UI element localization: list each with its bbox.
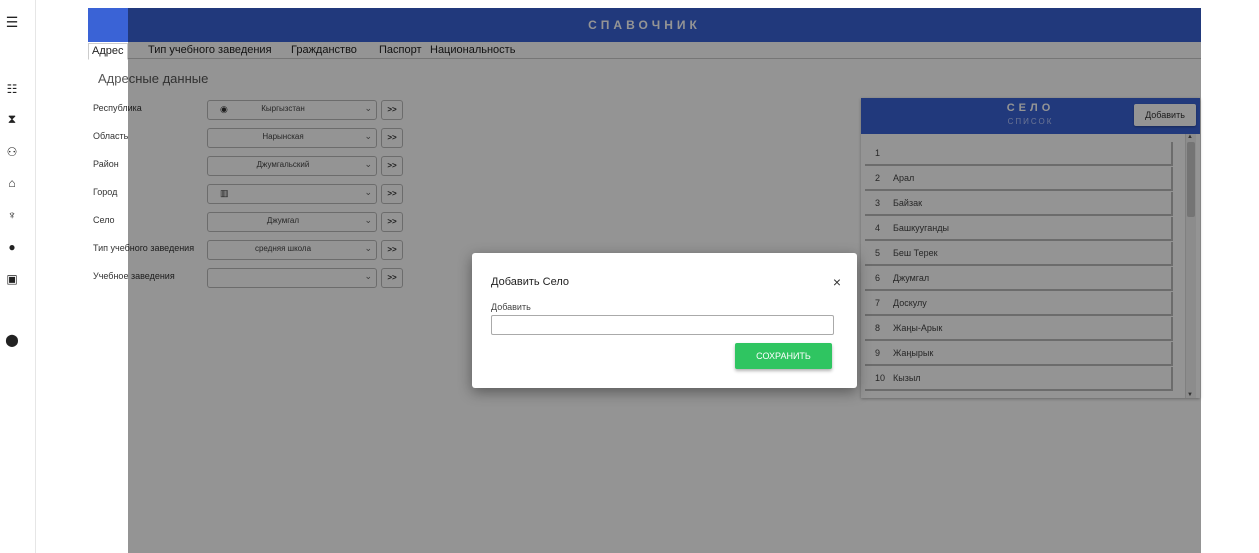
bank-icon[interactable]: ⌂ xyxy=(0,176,24,190)
list-icon[interactable]: ☷ xyxy=(0,82,24,96)
field-label: Село xyxy=(93,215,115,225)
field-label: Область xyxy=(93,131,129,141)
close-icon[interactable]: × xyxy=(833,274,841,290)
save-button[interactable]: СОХРАНИТЬ xyxy=(735,343,832,369)
cup-icon[interactable]: ♆ xyxy=(0,208,24,222)
dialog-title: Добавить Село xyxy=(491,276,570,288)
sidebar: ☰ ☷ ⧗ ⚇ ⌂ ♆ ● ▣ ⬤ xyxy=(0,0,36,553)
location-pin-icon[interactable]: ⬤ xyxy=(0,333,24,347)
field-label: Район xyxy=(93,159,119,169)
menu-icon[interactable]: ☰ xyxy=(0,14,24,31)
field-label: Город xyxy=(93,187,118,197)
hourglass-icon[interactable]: ⧗ xyxy=(0,112,24,127)
alert-icon[interactable]: ● xyxy=(0,240,24,254)
add-field-label: Добавить xyxy=(491,302,531,312)
add-village-dialog: Добавить Село × Добавить СОХРАНИТЬ xyxy=(472,253,857,388)
village-name-input[interactable] xyxy=(491,315,834,335)
tab-address[interactable]: Адрес xyxy=(88,43,128,60)
people-icon[interactable]: ⚇ xyxy=(0,145,24,159)
id-card-icon[interactable]: ▣ xyxy=(0,272,24,286)
